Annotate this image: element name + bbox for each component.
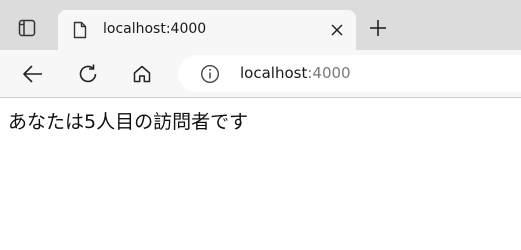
info-icon[interactable] xyxy=(200,64,220,84)
home-button[interactable] xyxy=(126,58,158,90)
page-content: あなたは5人目の訪問者です xyxy=(0,98,521,250)
document-icon xyxy=(71,20,89,40)
tab-active[interactable]: localhost:4000 xyxy=(58,10,356,50)
plus-icon xyxy=(369,19,387,37)
arrow-left-icon xyxy=(22,64,44,84)
close-icon xyxy=(331,24,343,36)
url-port: :4000 xyxy=(307,64,351,82)
home-icon xyxy=(132,64,152,84)
back-button[interactable] xyxy=(17,58,49,90)
navigation-toolbar: localhost:4000 xyxy=(0,50,521,98)
visitor-count-message: あなたは5人目の訪問者です xyxy=(8,111,249,133)
browser-window: localhost:4000 localhost:4000 あなたは5人目の訪問… xyxy=(0,0,521,250)
refresh-button[interactable] xyxy=(72,58,104,90)
tab-actions-icon xyxy=(18,19,36,37)
tab-strip: localhost:4000 xyxy=(0,0,521,50)
url-host: localhost xyxy=(240,64,308,82)
tab-actions-button[interactable] xyxy=(12,13,42,43)
tab-close-button[interactable] xyxy=(326,19,348,41)
url-text[interactable]: localhost:4000 xyxy=(240,63,351,83)
new-tab-button[interactable] xyxy=(364,14,392,42)
tab-title: localhost:4000 xyxy=(103,21,207,37)
refresh-icon xyxy=(77,63,99,85)
address-bar[interactable]: localhost:4000 xyxy=(178,55,521,92)
